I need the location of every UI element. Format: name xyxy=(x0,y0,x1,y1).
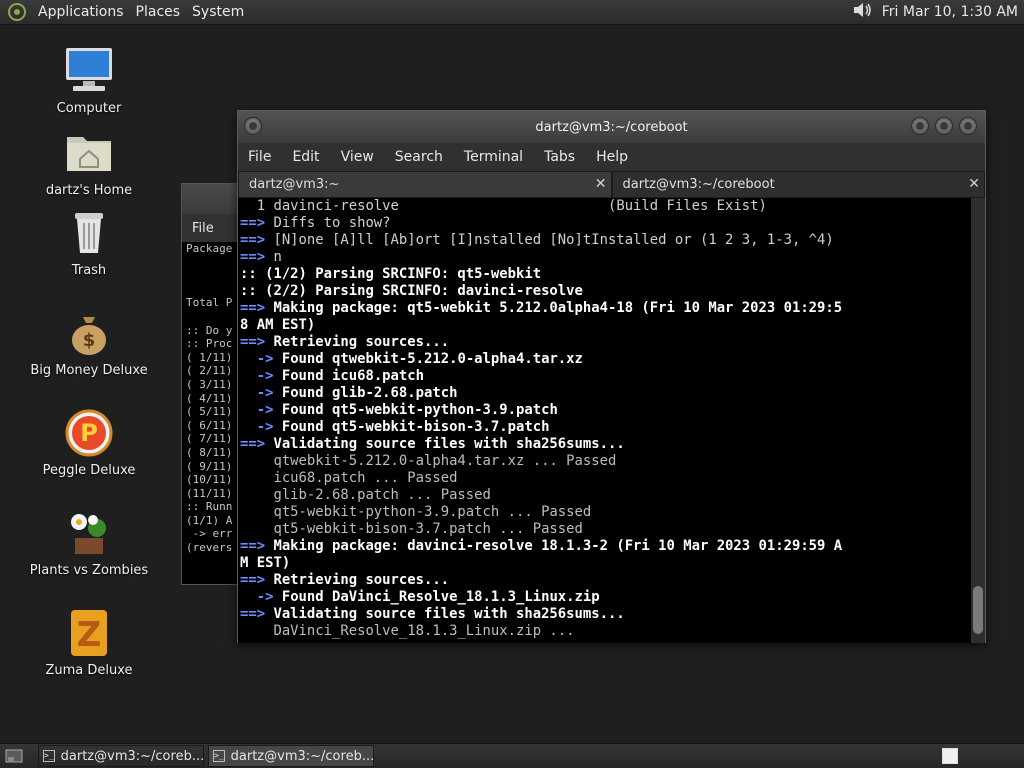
panel-tray: Fri Mar 10, 1:30 AM xyxy=(852,1,1024,23)
close-icon[interactable]: ✕ xyxy=(595,176,607,192)
terminal-icon: >_ xyxy=(43,750,55,762)
desktop-icon-label: Peggle Deluxe xyxy=(42,463,136,478)
menu-edit[interactable]: Edit xyxy=(292,149,319,165)
show-desktop-icon[interactable] xyxy=(4,747,24,765)
terminal-line: ==> Retrieving sources... xyxy=(240,334,450,350)
menu-file[interactable]: File xyxy=(248,149,271,165)
svg-text:Z: Z xyxy=(77,615,102,655)
terminal-lines: 1 davinci-resolve (Build Files Exist) ==>… xyxy=(238,198,971,640)
desktop-icon-label: Zuma Deluxe xyxy=(45,663,133,678)
terminal-line: -> Found qt5-webkit-python-3.9.patch xyxy=(256,402,558,418)
taskbar-item-terminal-2[interactable]: >_ dartz@vm3:~/coreb... xyxy=(208,745,374,767)
terminal-line: ==> n xyxy=(240,249,282,265)
system-menu[interactable]: System xyxy=(186,4,250,20)
menubar: File Edit View Search Terminal Tabs Help xyxy=(238,143,985,171)
desktop-icon-label: Trash xyxy=(71,263,107,278)
tab-label: dartz@vm3:~/coreboot xyxy=(622,177,775,192)
terminal-line: -> Found DaVinci_Resolve_18.1.3_Linux.zi… xyxy=(256,589,600,605)
taskbar-item-label: dartz@vm3:~/coreb... xyxy=(60,748,205,764)
terminal-line: ==> [N]one [A]ll [Ab]ort [I]nstalled [No… xyxy=(240,232,834,248)
desktop-icon-plants-zombies[interactable]: Plants vs Zombies xyxy=(24,507,154,578)
window-title: dartz@vm3:~/coreboot xyxy=(535,119,688,135)
peggle-icon: P xyxy=(63,407,115,459)
menu-terminal[interactable]: Terminal xyxy=(464,149,523,165)
terminal-line: :: (1/2) Parsing SRCINFO: qt5-webkit xyxy=(240,266,542,282)
taskbar-item-label: dartz@vm3:~/coreb... xyxy=(230,748,375,764)
top-panel: Applications Places System Fri Mar 10, 1… xyxy=(0,0,1024,25)
terminal-scrollbar[interactable] xyxy=(971,198,985,643)
terminal-line: -> Found icu68.patch xyxy=(256,368,425,384)
taskbar-item-terminal-1[interactable]: >_ dartz@vm3:~/coreb... xyxy=(38,745,204,767)
terminal-line: 8 AM EST) xyxy=(240,317,316,333)
window-menu-button[interactable] xyxy=(244,117,262,135)
svg-text:$: $ xyxy=(83,330,96,351)
terminal-line: ==> Validating source files with sha256s… xyxy=(240,436,625,452)
distro-logo-icon[interactable] xyxy=(6,1,28,23)
computer-icon xyxy=(63,45,115,97)
workspace-switcher[interactable] xyxy=(942,748,958,764)
desktop-icon-zuma[interactable]: Z Zuma Deluxe xyxy=(24,607,154,678)
plants-icon xyxy=(63,507,115,559)
terminal-line: -> Found qt5-webkit-bison-3.7.patch xyxy=(256,419,550,435)
close-icon[interactable]: ✕ xyxy=(968,176,980,192)
close-button[interactable] xyxy=(959,117,977,135)
tab-bar: dartz@vm3:~ ✕ dartz@vm3:~/coreboot ✕ xyxy=(238,171,985,198)
home-folder-icon xyxy=(63,127,115,179)
window-titlebar[interactable]: dartz@vm3:~/coreboot xyxy=(238,111,985,143)
desktop-icon-trash[interactable]: Trash xyxy=(24,207,154,278)
terminal-window[interactable]: dartz@vm3:~/coreboot File Edit View Sear… xyxy=(237,110,986,643)
minimize-button[interactable] xyxy=(911,117,929,135)
tab-label: dartz@vm3:~ xyxy=(249,177,340,192)
desktop-icon-home[interactable]: dartz's Home xyxy=(24,127,154,198)
terminal-line: ==> Validating source files with sha256s… xyxy=(240,606,625,622)
terminal-line: icu68.patch ... Passed xyxy=(240,470,458,486)
terminal-line: -> Found qtwebkit-5.212.0-alpha4.tar.xz xyxy=(256,351,583,367)
money-bag-icon: $ xyxy=(63,307,115,359)
terminal-line: :: (2/2) Parsing SRCINFO: davinci-resolv… xyxy=(240,283,583,299)
desktop-icon-label: Computer xyxy=(56,101,122,116)
places-menu[interactable]: Places xyxy=(130,4,187,20)
menu-help[interactable]: Help xyxy=(596,149,628,165)
desktop-icon-peggle[interactable]: P Peggle Deluxe xyxy=(24,407,154,478)
terminal-line: ==> Retrieving sources... xyxy=(240,572,450,588)
clock[interactable]: Fri Mar 10, 1:30 AM xyxy=(882,4,1018,20)
terminal-line: qt5-webkit-python-3.9.patch ... Passed xyxy=(240,504,592,520)
desktop-icon-label: Big Money Deluxe xyxy=(30,363,148,378)
terminal-line: qt5-webkit-bison-3.7.patch ... Passed xyxy=(240,521,583,537)
terminal-line: qtwebkit-5.212.0-alpha4.tar.xz ... Passe… xyxy=(240,453,617,469)
scrollbar-thumb[interactable] xyxy=(973,586,983,634)
terminal-line: ==> Making package: qt5-webkit 5.212.0al… xyxy=(240,300,843,316)
desktop-icon-big-money[interactable]: $ Big Money Deluxe xyxy=(24,307,154,378)
terminal-line: 1 davinci-resolve (Build Files Exist) xyxy=(240,198,767,214)
terminal-output-area[interactable]: 1 davinci-resolve (Build Files Exist) ==>… xyxy=(238,198,971,643)
terminal-line: DaVinci_Resolve_18.1.3_Linux.zip ... xyxy=(240,623,575,639)
desktop-icon-label: Plants vs Zombies xyxy=(29,563,149,578)
tab-home[interactable]: dartz@vm3:~ ✕ xyxy=(238,171,612,198)
trash-icon xyxy=(63,207,115,259)
menu-view[interactable]: View xyxy=(341,149,374,165)
terminal-line: glib-2.68.patch ... Passed xyxy=(240,487,491,503)
menu-tabs[interactable]: Tabs xyxy=(544,149,575,165)
terminal-line: ==> Diffs to show? xyxy=(240,215,391,231)
bottom-panel: >_ dartz@vm3:~/coreb... >_ dartz@vm3:~/c… xyxy=(0,743,1024,768)
zuma-icon: Z xyxy=(63,607,115,659)
desktop-icon-label: dartz's Home xyxy=(45,183,133,198)
menu-search[interactable]: Search xyxy=(395,149,443,165)
desktop-icon-computer[interactable]: Computer xyxy=(24,45,154,116)
svg-text:P: P xyxy=(80,419,98,447)
terminal-line: M EST) xyxy=(240,555,291,571)
maximize-button[interactable] xyxy=(935,117,953,135)
volume-icon[interactable] xyxy=(852,1,874,23)
tab-coreboot[interactable]: dartz@vm3:~/coreboot ✕ xyxy=(611,171,985,198)
terminal-line: -> Found glib-2.68.patch xyxy=(256,385,458,401)
terminal-line: ==> Making package: davinci-resolve 18.1… xyxy=(240,538,843,554)
terminal-icon: >_ xyxy=(213,750,225,762)
applications-menu[interactable]: Applications xyxy=(32,4,130,20)
